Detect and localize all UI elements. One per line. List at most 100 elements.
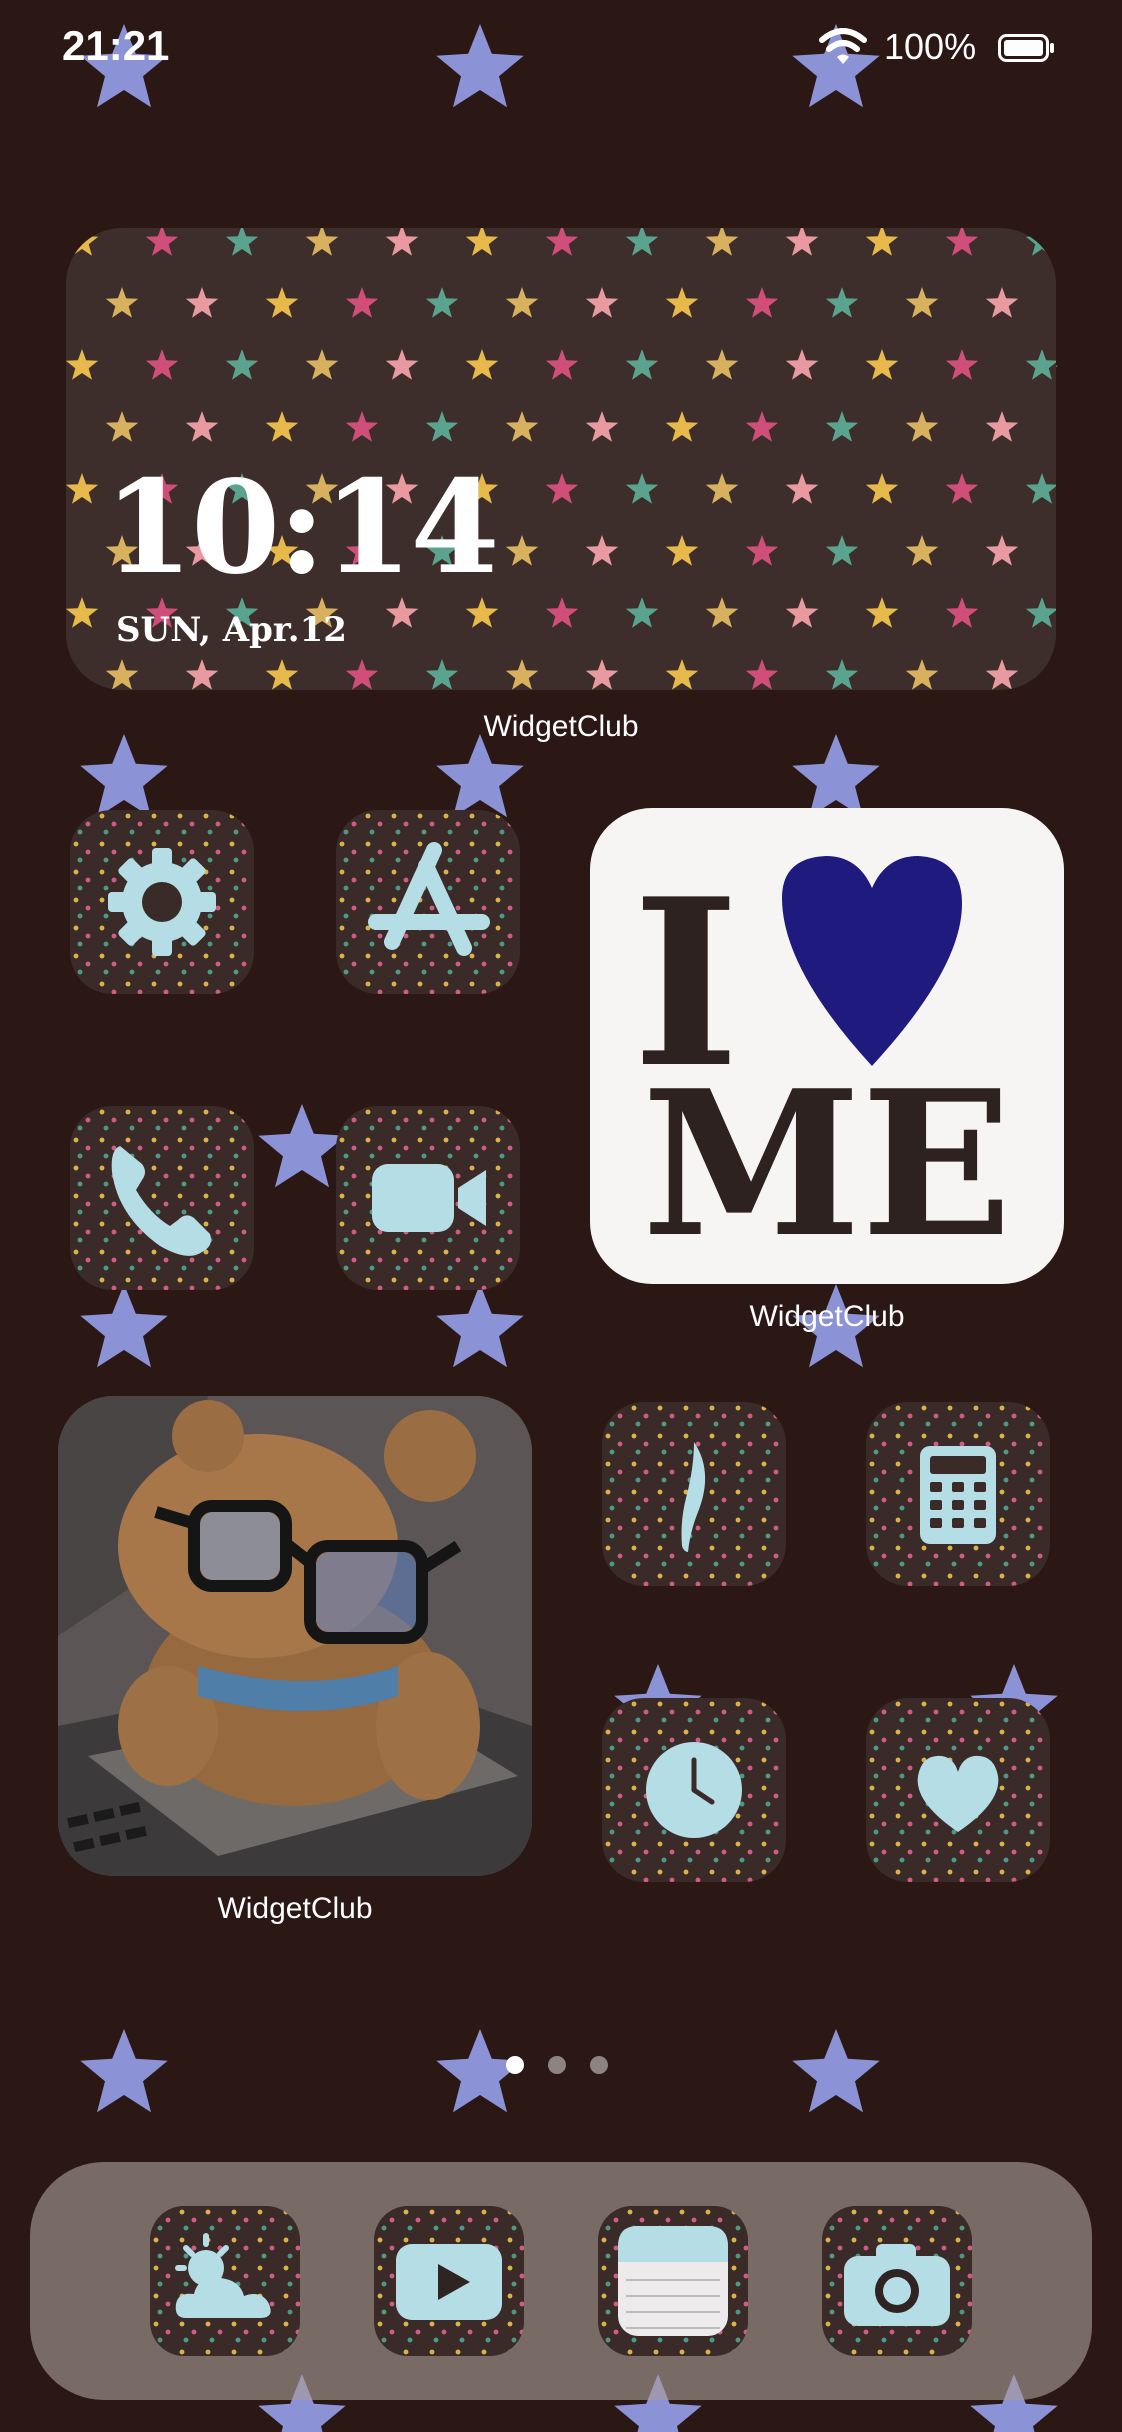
weather-app[interactable] [150,2206,300,2356]
clock-widget-time: 10:14 [104,453,499,603]
pattern-star [985,535,1019,566]
pattern-star [665,411,699,442]
pattern-star [785,349,819,380]
pattern-star [705,228,739,256]
pattern-star [465,228,499,256]
pattern-star [985,411,1019,442]
calculator-icon [920,1446,996,1544]
pattern-star [625,228,659,256]
love-me-widget-label: WidgetClub [749,1300,905,1333]
phone-app[interactable] [70,1106,254,1290]
pattern-star [745,535,779,566]
pattern-star [985,659,1019,690]
pattern-star [585,535,619,566]
settings-app[interactable] [70,810,254,994]
battery-icon [998,34,1054,62]
pattern-star [625,349,659,380]
feather-app[interactable] [602,1402,786,1586]
pattern-star [105,287,139,318]
pattern-star [345,411,379,442]
pattern-star [985,287,1019,318]
pattern-star [665,287,699,318]
settings-icon [108,848,216,956]
pattern-star [185,659,219,690]
love-me-word: ME [642,1047,1012,1282]
photo-widget[interactable] [58,1396,532,1876]
pattern-star [945,349,979,380]
page-dot-3[interactable] [590,2056,608,2074]
pattern-star [265,659,299,690]
pattern-star [545,228,579,256]
pattern-star [105,411,139,442]
pattern-star [225,349,259,380]
pattern-star [1025,349,1056,380]
wallpaper-star [792,734,880,818]
pattern-star [66,228,99,256]
health-app[interactable] [866,1698,1050,1882]
pattern-star [305,228,339,256]
pattern-star [945,228,979,256]
notes-app[interactable] [598,2206,748,2356]
pattern-star [785,473,819,504]
feather-icon [681,1442,706,1552]
pattern-star [545,349,579,380]
page-dot-1[interactable] [506,2056,524,2074]
pattern-star [745,659,779,690]
pattern-star [825,535,859,566]
app-store-icon [368,842,490,956]
pattern-star [225,228,259,256]
camera-icon [844,2244,950,2326]
pattern-star [345,659,379,690]
wallpaper-star [792,2029,880,2113]
pattern-star [905,287,939,318]
pattern-star [585,287,619,318]
wallpaper-star [436,734,524,818]
clock-widget[interactable]: 10:14 SUN, Apr.12 [66,228,1056,690]
pattern-star [385,349,419,380]
pattern-star [185,287,219,318]
wallpaper-star [258,1104,346,1188]
camera-app[interactable] [822,2206,972,2356]
pattern-star [865,597,899,628]
page-dot-2[interactable] [548,2056,566,2074]
battery-percent: 100% [884,26,977,67]
love-me-widget[interactable]: I ME [590,808,1064,1284]
facetime-icon [372,1164,486,1232]
pattern-star [265,411,299,442]
calculator-app[interactable] [866,1402,1050,1586]
pattern-star [625,597,659,628]
pattern-star [505,535,539,566]
clock-widget-label: WidgetClub [483,710,639,743]
heart-icon [917,1755,999,1832]
pattern-star [305,349,339,380]
pattern-star [865,349,899,380]
app-store-app[interactable] [336,810,520,994]
youtube-app[interactable] [374,2206,524,2356]
pattern-star [665,659,699,690]
pattern-star [1025,228,1056,256]
pattern-star [905,659,939,690]
clock-app[interactable] [602,1698,786,1882]
pattern-star [505,659,539,690]
pattern-star [825,287,859,318]
youtube-icon [396,2244,502,2320]
pattern-star [505,287,539,318]
pattern-star [265,287,299,318]
pattern-star [66,473,99,504]
pattern-star [865,473,899,504]
pattern-star [905,411,939,442]
pattern-star [545,473,579,504]
pattern-star [665,535,699,566]
pattern-star [465,349,499,380]
pattern-star [825,659,859,690]
pattern-star [705,349,739,380]
pattern-star [865,228,899,256]
pattern-star [945,473,979,504]
wifi-icon [819,28,867,64]
pattern-star [625,473,659,504]
pattern-star [185,411,219,442]
pattern-star [145,349,179,380]
pattern-star [385,228,419,256]
pattern-star [105,659,139,690]
facetime-app[interactable] [336,1106,520,1290]
